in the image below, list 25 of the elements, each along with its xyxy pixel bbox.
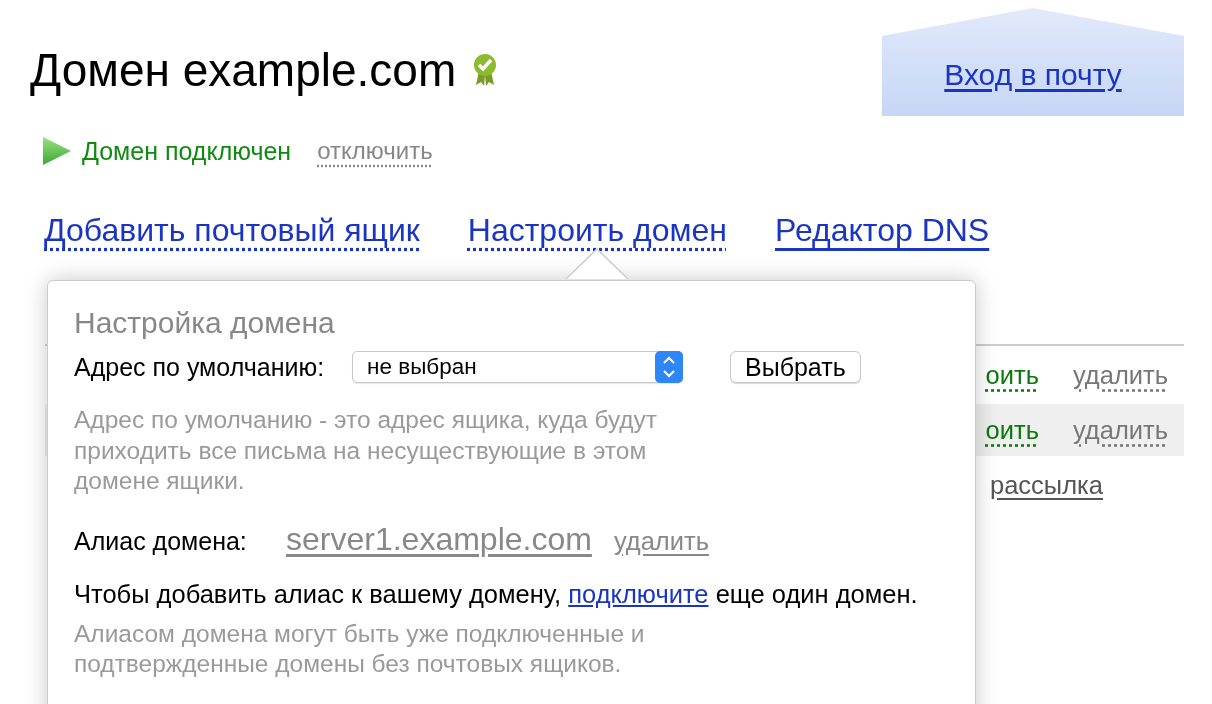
status-text: Домен подключен (82, 136, 292, 166)
popover-title: Настройка домена (74, 307, 336, 339)
hint-text: Адрес по умолчанию - это адрес ящика, куда будут приходить все письма на несуществующие в этом домене ящики. (74, 405, 659, 496)
domain-title: Домен example.com (30, 44, 457, 96)
disconnect-link[interactable]: отключить (317, 137, 433, 165)
configure-link[interactable]: оить (985, 415, 1039, 445)
choose-button[interactable]: Выбрать (730, 351, 861, 383)
delete-link[interactable]: удалить (613, 526, 709, 556)
hint-text: Алиасом домена могут быть уже подключенные и подтвержденные домены без почтовых ящиков. (74, 618, 646, 679)
tab[interactable]: Добавить почтовый ящик (44, 212, 420, 248)
address-select[interactable]: не выбран (352, 351, 683, 383)
tab[interactable]: Редактор DNS (775, 212, 990, 248)
delete-link[interactable]: удалить (1072, 360, 1168, 390)
mail-login-link[interactable]: Вход в почту (882, 8, 1184, 116)
alias-link[interactable]: server1.example.com (286, 520, 592, 558)
tab[interactable]: Настроить домен (467, 212, 727, 248)
field-label: Алиас домена: (74, 526, 248, 556)
field-label: Адрес по умолчанию: (74, 352, 326, 382)
mailing-list-link[interactable]: рассылка (990, 470, 1103, 500)
configure-link[interactable]: оить (985, 360, 1039, 390)
delete-link[interactable]: удалить (1072, 415, 1168, 445)
alias-instruction: Чтобы добавить алиас к вашему домену, подключите еще один домен. (74, 579, 919, 609)
connect-link[interactable]: подключите (568, 579, 709, 608)
play-icon (42, 136, 72, 166)
stepper-icon (655, 351, 683, 383)
